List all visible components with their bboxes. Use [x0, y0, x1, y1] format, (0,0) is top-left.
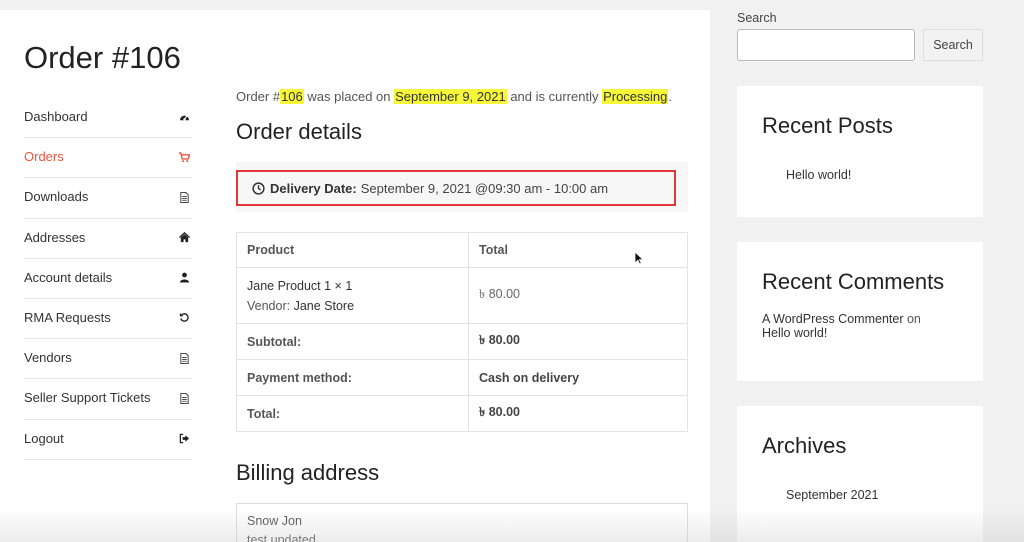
vendor-line: Vendor: Jane Store	[247, 296, 458, 316]
undo-icon	[178, 312, 190, 324]
nav-item-label: Logout	[24, 430, 64, 446]
table-row: Subtotal: ৳ 80.00	[236, 323, 688, 360]
search-input[interactable]	[737, 29, 915, 61]
order-content: Order #106 was placed on September 9, 20…	[236, 88, 688, 542]
delivery-date-box: Delivery Date: September 9, 2021 @09:30 …	[236, 162, 688, 212]
nav-item-orders[interactable]: Orders	[24, 138, 192, 179]
archive-link[interactable]: September 2021	[786, 488, 878, 502]
nav-item-addresses[interactable]: Addresses	[24, 219, 192, 259]
total-value: ৳ 80.00	[468, 395, 688, 432]
subtotal-label: Subtotal:	[236, 323, 469, 360]
search-label: Search	[737, 11, 777, 25]
recent-posts-widget: Recent Posts Hello world!	[737, 86, 983, 217]
intro-text: was placed on	[303, 89, 395, 104]
comment-post-link[interactable]: Hello world!	[762, 326, 827, 340]
product-price: ৳ 80.00	[468, 267, 688, 324]
payment-method-label: Payment method:	[236, 359, 469, 396]
order-summary-text: Order #106 was placed on September 9, 20…	[236, 88, 688, 106]
delivery-date-label: Delivery Date:	[270, 180, 357, 196]
table-row: Total: ৳ 80.00	[236, 395, 688, 432]
clock-icon	[252, 181, 265, 195]
archives-heading: Archives	[762, 433, 847, 458]
nav-item-logout[interactable]: Logout	[24, 420, 192, 460]
nav-item-label: Account details	[24, 269, 113, 285]
intro-text: Order #	[236, 89, 281, 104]
file-icon	[178, 352, 190, 364]
home-icon	[178, 232, 190, 244]
billing-address-heading: Billing address	[236, 460, 380, 485]
table-row: Jane Product 1 × 1 Vendor: Jane Store ৳ …	[236, 267, 688, 324]
file-icon	[178, 392, 190, 404]
comment-author-link[interactable]: A WordPress Commenter	[762, 312, 903, 326]
comment-on-text: on	[906, 312, 921, 326]
vendor-name: Jane Store	[293, 298, 355, 313]
order-details-heading: Order details	[236, 119, 362, 144]
product-cell: Jane Product 1 × 1 Vendor: Jane Store	[236, 267, 469, 324]
nav-item-label: Orders	[24, 149, 64, 165]
nav-item-label: RMA Requests	[24, 309, 111, 325]
column-header-product: Product	[236, 232, 469, 268]
delivery-date-highlight: Delivery Date: September 9, 2021 @09:30 …	[236, 170, 676, 206]
subtotal-value: ৳ 80.00	[468, 323, 688, 360]
table-header-row: Product Total	[236, 232, 688, 268]
recent-comment: A WordPress Commenter on Hello world!	[762, 312, 972, 340]
recent-comments-heading: Recent Comments	[762, 269, 945, 294]
mouse-cursor-icon	[634, 251, 644, 265]
archives-widget: Archives September 2021	[737, 406, 983, 542]
search-button[interactable]: Search	[923, 29, 983, 61]
user-icon	[178, 272, 190, 284]
nav-item-seller-support-tickets[interactable]: Seller Support Tickets	[24, 379, 192, 420]
nav-item-rma-requests[interactable]: RMA Requests	[24, 299, 192, 340]
main-content-card: Order #106 Dashboard Orders Downloads Ad…	[0, 10, 710, 542]
recent-comments-widget: Recent Comments A WordPress Commenter on…	[737, 242, 983, 381]
nav-item-account-details[interactable]: Account details	[24, 259, 192, 299]
delivery-date-value: September 9, 2021 @09:30 am - 10:00 am	[360, 180, 609, 196]
payment-method-value: Cash on delivery	[468, 359, 688, 396]
file-icon	[178, 191, 190, 203]
nav-item-label: Addresses	[24, 229, 86, 245]
order-number: 106	[280, 89, 304, 104]
recent-post-link[interactable]: Hello world!	[786, 168, 851, 182]
table-row: Payment method: Cash on delivery	[236, 359, 688, 396]
nav-item-label: Downloads	[24, 189, 89, 205]
nav-item-label: Dashboard	[24, 109, 88, 124]
vendor-label: Vendor:	[247, 298, 291, 313]
page-title: Order #106	[24, 40, 181, 75]
recent-posts-heading: Recent Posts	[762, 113, 893, 138]
intro-text: and is currently	[506, 89, 603, 104]
order-details-table: Product Total Jane Product 1 × 1 Vendor:…	[236, 232, 688, 432]
order-date: September 9, 2021	[394, 89, 507, 104]
nav-item-label: Vendors	[24, 350, 72, 366]
account-navigation: Dashboard Orders Downloads Addresses Acc…	[24, 98, 192, 460]
billing-line: Snow Jon	[247, 514, 302, 528]
nav-item-vendors[interactable]: Vendors	[24, 339, 192, 380]
nav-item-dashboard[interactable]: Dashboard	[24, 98, 192, 139]
dashboard-icon	[178, 111, 190, 123]
intro-text: .	[668, 89, 673, 104]
cart-icon	[178, 151, 190, 163]
product-name: Jane Product 1 × 1	[247, 278, 353, 293]
order-status: Processing	[602, 89, 669, 104]
total-label: Total:	[236, 395, 469, 432]
logout-icon	[178, 433, 190, 445]
nav-item-downloads[interactable]: Downloads	[24, 178, 192, 219]
billing-address-box: Snow Jon test updated	[236, 503, 688, 542]
billing-line: test updated	[247, 533, 316, 542]
column-header-total: Total	[468, 232, 688, 268]
nav-item-label: Seller Support Tickets	[24, 390, 151, 406]
